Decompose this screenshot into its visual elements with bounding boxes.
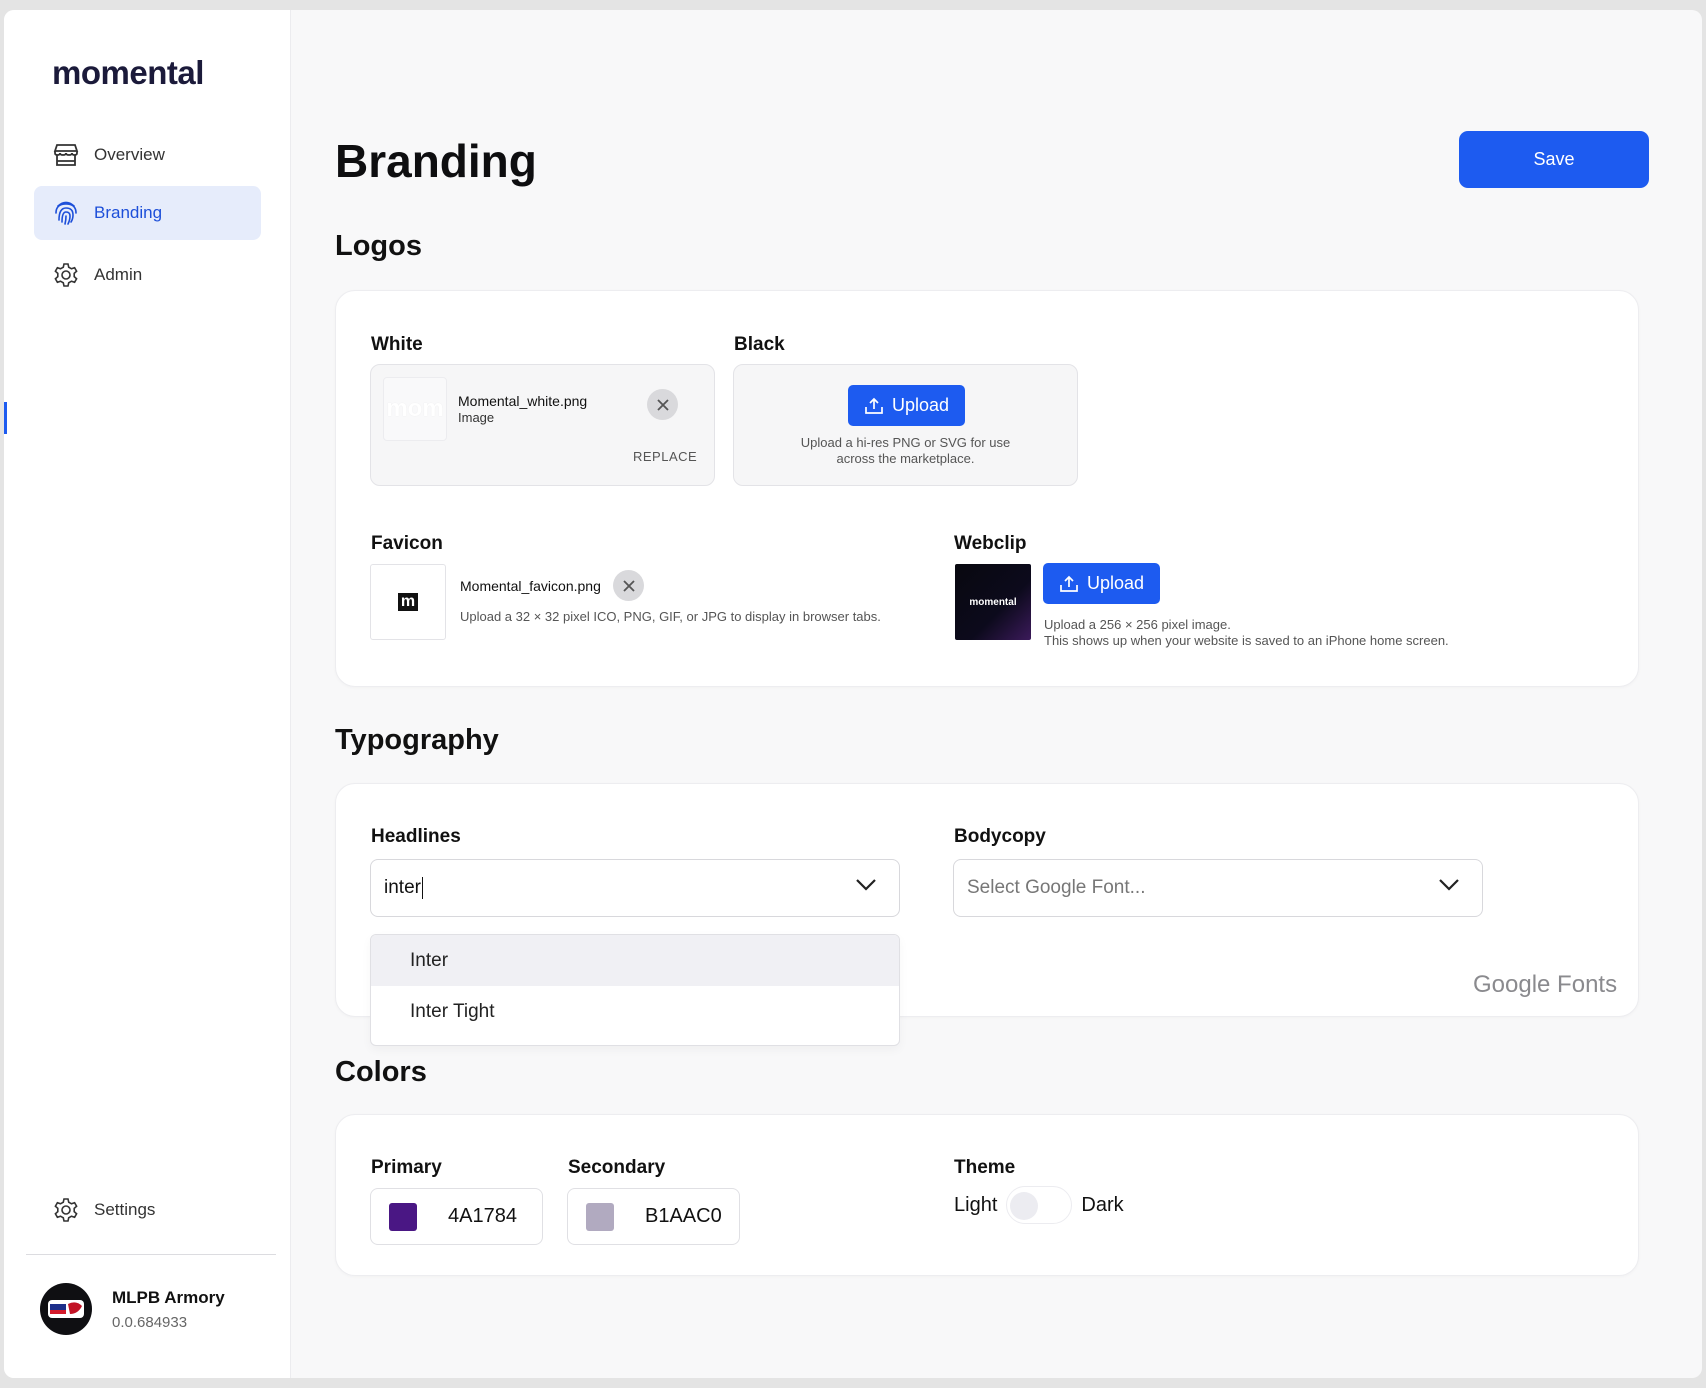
chevron-down-icon[interactable] bbox=[1438, 878, 1460, 892]
webclip-label: Webclip bbox=[954, 533, 1027, 554]
brand-logo[interactable]: momental bbox=[52, 54, 204, 92]
white-logo-thumbnail: mom bbox=[383, 377, 447, 441]
settings-gear-icon bbox=[52, 1196, 80, 1224]
helper-line: Upload a hi-res PNG or SVG for use bbox=[800, 435, 1011, 450]
page-title: Branding bbox=[335, 135, 537, 187]
headlines-font-input[interactable]: inter bbox=[370, 859, 900, 917]
sidebar-item-label: Branding bbox=[94, 203, 163, 222]
remove-white-logo-button[interactable] bbox=[647, 389, 678, 420]
google-fonts-attribution: Google Fonts bbox=[1473, 971, 1618, 998]
app-version: 0.0.684933 bbox=[112, 1313, 188, 1331]
webclip-thumbnail: momental bbox=[955, 564, 1031, 640]
logos-section-title: Logos bbox=[335, 230, 422, 262]
white-logo-thumbnail-text: mom bbox=[386, 395, 444, 422]
sidebar: momental Overview Branding Admin Setting… bbox=[4, 10, 291, 1378]
sidebar-item-label: Settings bbox=[94, 1200, 156, 1219]
theme-toggle[interactable] bbox=[1006, 1186, 1073, 1224]
replace-white-logo-link[interactable]: REPLACE bbox=[633, 449, 697, 464]
upload-icon bbox=[865, 397, 883, 414]
remove-favicon-button[interactable] bbox=[613, 570, 644, 601]
webclip-thumbnail-text: momental bbox=[969, 596, 1017, 608]
text-caret bbox=[421, 877, 423, 899]
gear-icon bbox=[52, 261, 80, 289]
helper-line: across the marketplace. bbox=[836, 451, 975, 466]
favicon-file-name: Momental_favicon.png bbox=[460, 578, 601, 594]
primary-color-field[interactable]: 4A1784 bbox=[370, 1188, 543, 1245]
black-logo-label: Black bbox=[734, 334, 785, 355]
upload-icon bbox=[1060, 575, 1078, 592]
favicon-thumbnail-glyph: m bbox=[398, 593, 418, 611]
theme-toggle-row: Light Dark bbox=[954, 1186, 1124, 1224]
bodycopy-placeholder: Select Google Font... bbox=[967, 877, 1146, 898]
font-option-inter[interactable]: Inter bbox=[371, 935, 899, 986]
secondary-color-label: Secondary bbox=[568, 1157, 666, 1178]
toggle-knob bbox=[1010, 1192, 1039, 1220]
theme-label: Theme bbox=[954, 1157, 1016, 1178]
sidebar-item-label: Admin bbox=[94, 265, 143, 284]
sidebar-item-label: Overview bbox=[94, 145, 165, 164]
theme-light-label: Light bbox=[954, 1193, 998, 1216]
white-logo-file: mom Momental_white.png Image REPLACE bbox=[370, 364, 715, 486]
chevron-down-icon[interactable] bbox=[855, 878, 877, 892]
close-icon bbox=[656, 398, 669, 411]
black-logo-upload-area[interactable]: Upload Upload a hi-res PNG or SVG for us… bbox=[733, 364, 1078, 486]
sidebar-item-admin[interactable]: Admin bbox=[34, 248, 261, 302]
user-name: MLPB Armory bbox=[112, 1287, 225, 1307]
secondary-color-swatch[interactable] bbox=[586, 1202, 614, 1231]
user-profile[interactable]: MLPB Armory 0.0.684933 bbox=[40, 1283, 225, 1335]
headlines-font-dropdown: Inter Inter Tight bbox=[370, 934, 900, 1046]
secondary-color-field[interactable]: B1AAC0 bbox=[567, 1188, 740, 1245]
headlines-font-value: inter bbox=[384, 877, 421, 898]
sidebar-divider bbox=[26, 1254, 276, 1255]
black-logo-upload-button[interactable]: Upload bbox=[848, 385, 965, 426]
app-window: momental Overview Branding Admin Setting… bbox=[4, 10, 1702, 1378]
file-name: Momental_white.png bbox=[458, 393, 588, 409]
favicon-thumbnail: m bbox=[370, 564, 446, 640]
favicon-helper: Upload a 32 × 32 pixel ICO, PNG, GIF, or… bbox=[460, 609, 881, 624]
colors-section-title: Colors bbox=[335, 1056, 427, 1088]
secondary-color-hex: B1AAC0 bbox=[645, 1205, 722, 1227]
storefront-icon bbox=[52, 141, 80, 169]
sidebar-item-branding[interactable]: Branding bbox=[34, 186, 261, 240]
colors-card: Primary 4A1784 Secondary B1AAC0 Theme Li… bbox=[335, 1114, 1639, 1276]
font-option-inter-tight[interactable]: Inter Tight bbox=[371, 986, 899, 1037]
helper-line: This shows up when your website is saved… bbox=[1044, 633, 1449, 648]
white-logo-label: White bbox=[371, 334, 423, 355]
sidebar-item-settings[interactable]: Settings bbox=[34, 1183, 261, 1237]
primary-color-hex: 4A1784 bbox=[448, 1205, 517, 1227]
primary-color-swatch[interactable] bbox=[389, 1202, 417, 1231]
typography-section-title: Typography bbox=[335, 724, 499, 756]
favicon-label: Favicon bbox=[371, 533, 443, 554]
logos-card: White mom Momental_white.png Image REPLA… bbox=[335, 290, 1639, 687]
fingerprint-icon bbox=[52, 199, 80, 227]
upload-label: Upload bbox=[891, 395, 950, 415]
bodycopy-font-select[interactable]: Select Google Font... bbox=[953, 859, 1483, 917]
save-button[interactable]: Save bbox=[1459, 131, 1649, 188]
bodycopy-label: Bodycopy bbox=[954, 826, 1046, 847]
scroll-indicator bbox=[4, 402, 7, 434]
theme-dark-label: Dark bbox=[1081, 1193, 1124, 1216]
webclip-helper: Upload a 256 × 256 pixel image. This sho… bbox=[1044, 617, 1449, 649]
black-logo-helper: Upload a hi-res PNG or SVG for use acros… bbox=[734, 435, 1077, 467]
sidebar-item-overview[interactable]: Overview bbox=[34, 128, 261, 182]
close-icon bbox=[622, 579, 635, 592]
webclip-upload-button[interactable]: Upload bbox=[1043, 563, 1160, 604]
avatar bbox=[40, 1283, 92, 1335]
primary-color-label: Primary bbox=[371, 1157, 442, 1178]
upload-label: Upload bbox=[1086, 573, 1145, 593]
helper-line: Upload a 256 × 256 pixel image. bbox=[1044, 617, 1231, 632]
file-type: Image bbox=[458, 410, 495, 425]
headlines-label: Headlines bbox=[371, 826, 461, 847]
